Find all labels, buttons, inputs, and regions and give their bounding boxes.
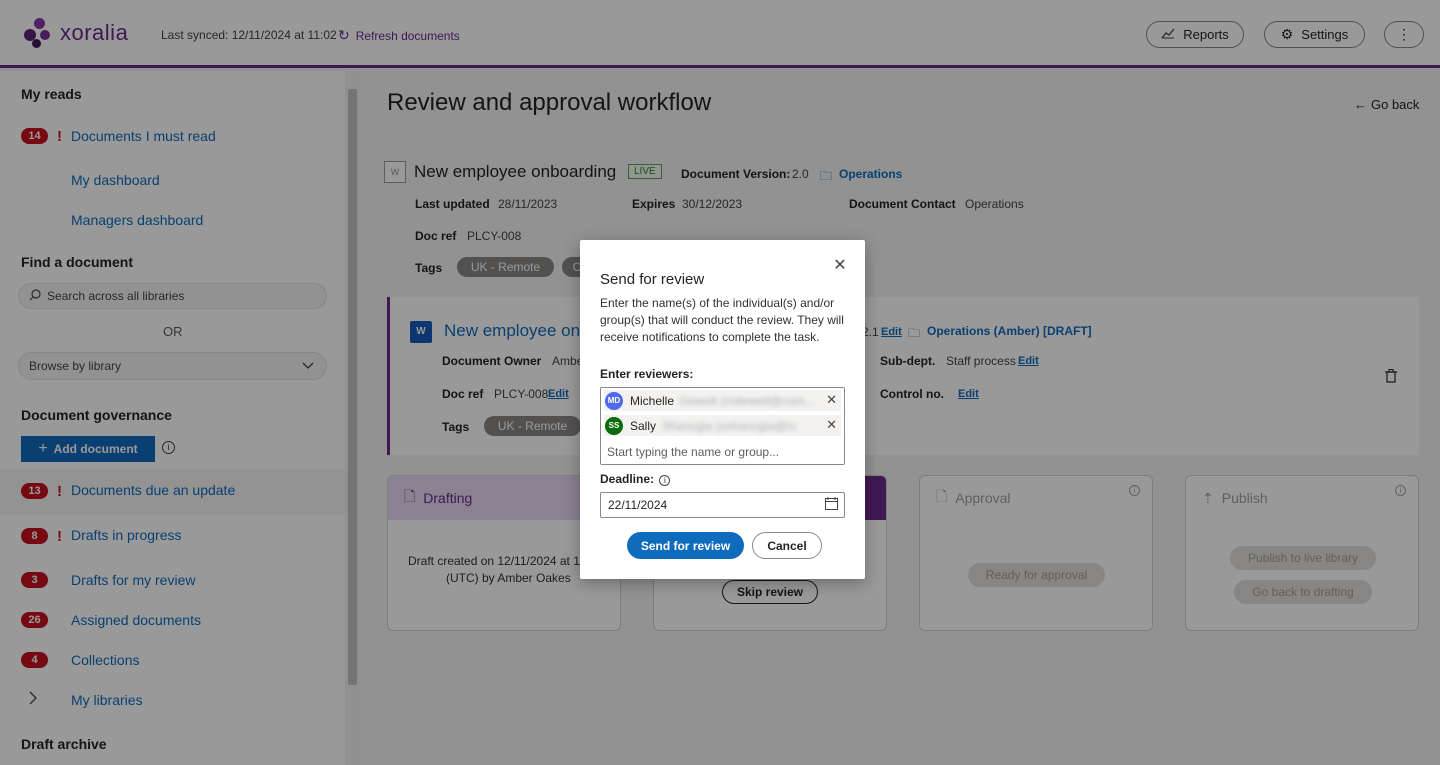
reviewer-chip: MD Michelle Dewett (mdewett@com... ✕	[604, 390, 841, 411]
reviewer-email: Shanugia (sshanugia@cont...	[662, 418, 798, 433]
send-review-button[interactable]: Send for review	[627, 532, 744, 559]
reviewer-chip: SS Sally Shanugia (sshanugia@cont... ✕	[604, 415, 841, 436]
dialog-title: Send for review	[600, 271, 705, 288]
reviewers-picker[interactable]: MD Michelle Dewett (mdewett@com... ✕ SS …	[600, 387, 845, 465]
deadline-date-input[interactable]: 22/11/2024	[600, 492, 845, 518]
reviewer-name: Michelle	[630, 393, 675, 408]
avatar: MD	[605, 391, 623, 410]
calendar-icon[interactable]	[825, 497, 838, 513]
deadline-label-text: Deadline:	[600, 472, 655, 486]
reviewer-email: Dewett (mdewett@com...	[680, 393, 815, 408]
send-review-dialog: Send for review ✕ Enter the name(s) of t…	[580, 240, 865, 579]
reviewer-input-placeholder[interactable]: Start typing the name or group...	[607, 445, 779, 459]
reviewers-label: Enter reviewers:	[600, 367, 694, 381]
dialog-description: Enter the name(s) of the individual(s) a…	[600, 296, 844, 344]
close-icon[interactable]: ✕	[832, 258, 848, 274]
deadline-value: 22/11/2024	[608, 498, 668, 512]
remove-reviewer-icon[interactable]: ✕	[826, 392, 837, 408]
cancel-button[interactable]: Cancel	[752, 532, 822, 559]
info-icon[interactable]: i	[659, 475, 671, 486]
deadline-label: Deadline: i	[600, 472, 671, 486]
remove-reviewer-icon[interactable]: ✕	[826, 417, 837, 433]
reviewer-name: Sally	[630, 418, 657, 433]
avatar: SS	[605, 416, 623, 435]
